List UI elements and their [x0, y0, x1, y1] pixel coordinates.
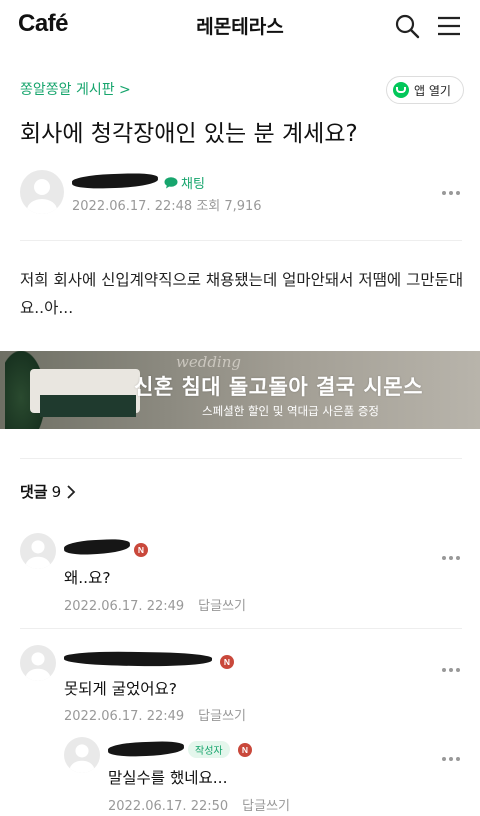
default-avatar-icon: [27, 179, 57, 214]
naver-app-icon: [393, 82, 409, 98]
reply-button[interactable]: 답글쓰기: [242, 799, 290, 814]
chat-label: 채팅: [181, 177, 205, 192]
commenter-avatar[interactable]: [20, 533, 56, 569]
commenter-avatar[interactable]: [20, 645, 56, 681]
divider: [20, 628, 462, 629]
comment-text: 말실수를 했네요...: [108, 769, 228, 787]
post-date: 2022.06.17. 22:48: [72, 199, 193, 214]
new-badge: N: [238, 743, 252, 757]
search-icon[interactable]: [394, 13, 420, 39]
divider: [20, 240, 462, 241]
post-meta: 2022.06.17. 22:48 조회 7,916: [72, 195, 262, 214]
board-link[interactable]: 쫑알쫑알 게시판 >: [20, 79, 131, 99]
chat-button[interactable]: 채팅: [164, 173, 205, 192]
commenter-name-redacted: [63, 538, 131, 556]
chevron-right-icon: [67, 484, 76, 499]
comment-meta: 2022.06.17. 22:49 답글쓰기: [64, 595, 246, 614]
menu-icon[interactable]: [436, 13, 462, 39]
post-views: 조회 7,916: [196, 199, 262, 214]
app-open-button[interactable]: 앱 열기: [386, 76, 464, 104]
author-name-redacted: [71, 172, 159, 190]
ad-headline: 신혼 침대 돌고돌아 결국 시몬스: [134, 375, 423, 399]
default-avatar-icon: [25, 540, 51, 569]
default-avatar-icon: [69, 744, 95, 773]
post-title: 회사에 청각장애인 있는 분 계세요?: [20, 121, 358, 147]
new-badge: N: [134, 543, 148, 557]
comment-date: 2022.06.17. 22:50: [108, 799, 229, 814]
comment-meta: 2022.06.17. 22:49 답글쓰기: [64, 705, 246, 724]
reply-button[interactable]: 답글쓰기: [198, 599, 246, 614]
reply-author-name-redacted: [107, 740, 185, 758]
reply-button[interactable]: 답글쓰기: [198, 709, 246, 724]
writer-badge: 작성자: [188, 741, 230, 758]
comments-count: 9: [51, 482, 62, 501]
top-bar: Café 레몬테라스: [0, 0, 480, 50]
ad-blanket-image: [40, 395, 136, 417]
default-avatar-icon: [25, 652, 51, 681]
comments-header[interactable]: 댓글 9: [20, 481, 76, 502]
comments-label: 댓글: [20, 483, 48, 501]
new-badge: N: [220, 655, 234, 669]
chat-bubble-icon: [164, 176, 178, 188]
more-options-icon[interactable]: [442, 180, 464, 195]
app-open-label: 앱 열기: [414, 83, 451, 98]
post-body: 저희 회사에 신입계약직으로 채용됐는데 얼마안돼서 저땜에 그만둔대요..아.…: [20, 271, 464, 317]
comment-text: 못되게 굴었어요?: [64, 680, 177, 698]
comment-text: 왜..요?: [64, 569, 111, 587]
author-avatar[interactable]: [20, 170, 64, 214]
divider: [20, 458, 462, 459]
ad-banner[interactable]: wedding 신혼 침대 돌고돌아 결국 시몬스 스페셜한 할인 및 역대급 …: [0, 351, 480, 429]
comment-more-icon[interactable]: [442, 657, 464, 672]
commenter-name-redacted: [63, 650, 213, 668]
comment-more-icon[interactable]: [442, 545, 464, 560]
ad-subtext: 스페셜한 할인 및 역대급 사은품 증정: [202, 404, 379, 418]
ad-script-text: wedding: [176, 353, 241, 371]
comment-date: 2022.06.17. 22:49: [64, 599, 185, 614]
comment-date: 2022.06.17. 22:49: [64, 709, 185, 724]
comment-meta: 2022.06.17. 22:50 답글쓰기: [108, 795, 290, 814]
reply-author-avatar[interactable]: [64, 737, 100, 773]
comment-more-icon[interactable]: [442, 746, 464, 761]
